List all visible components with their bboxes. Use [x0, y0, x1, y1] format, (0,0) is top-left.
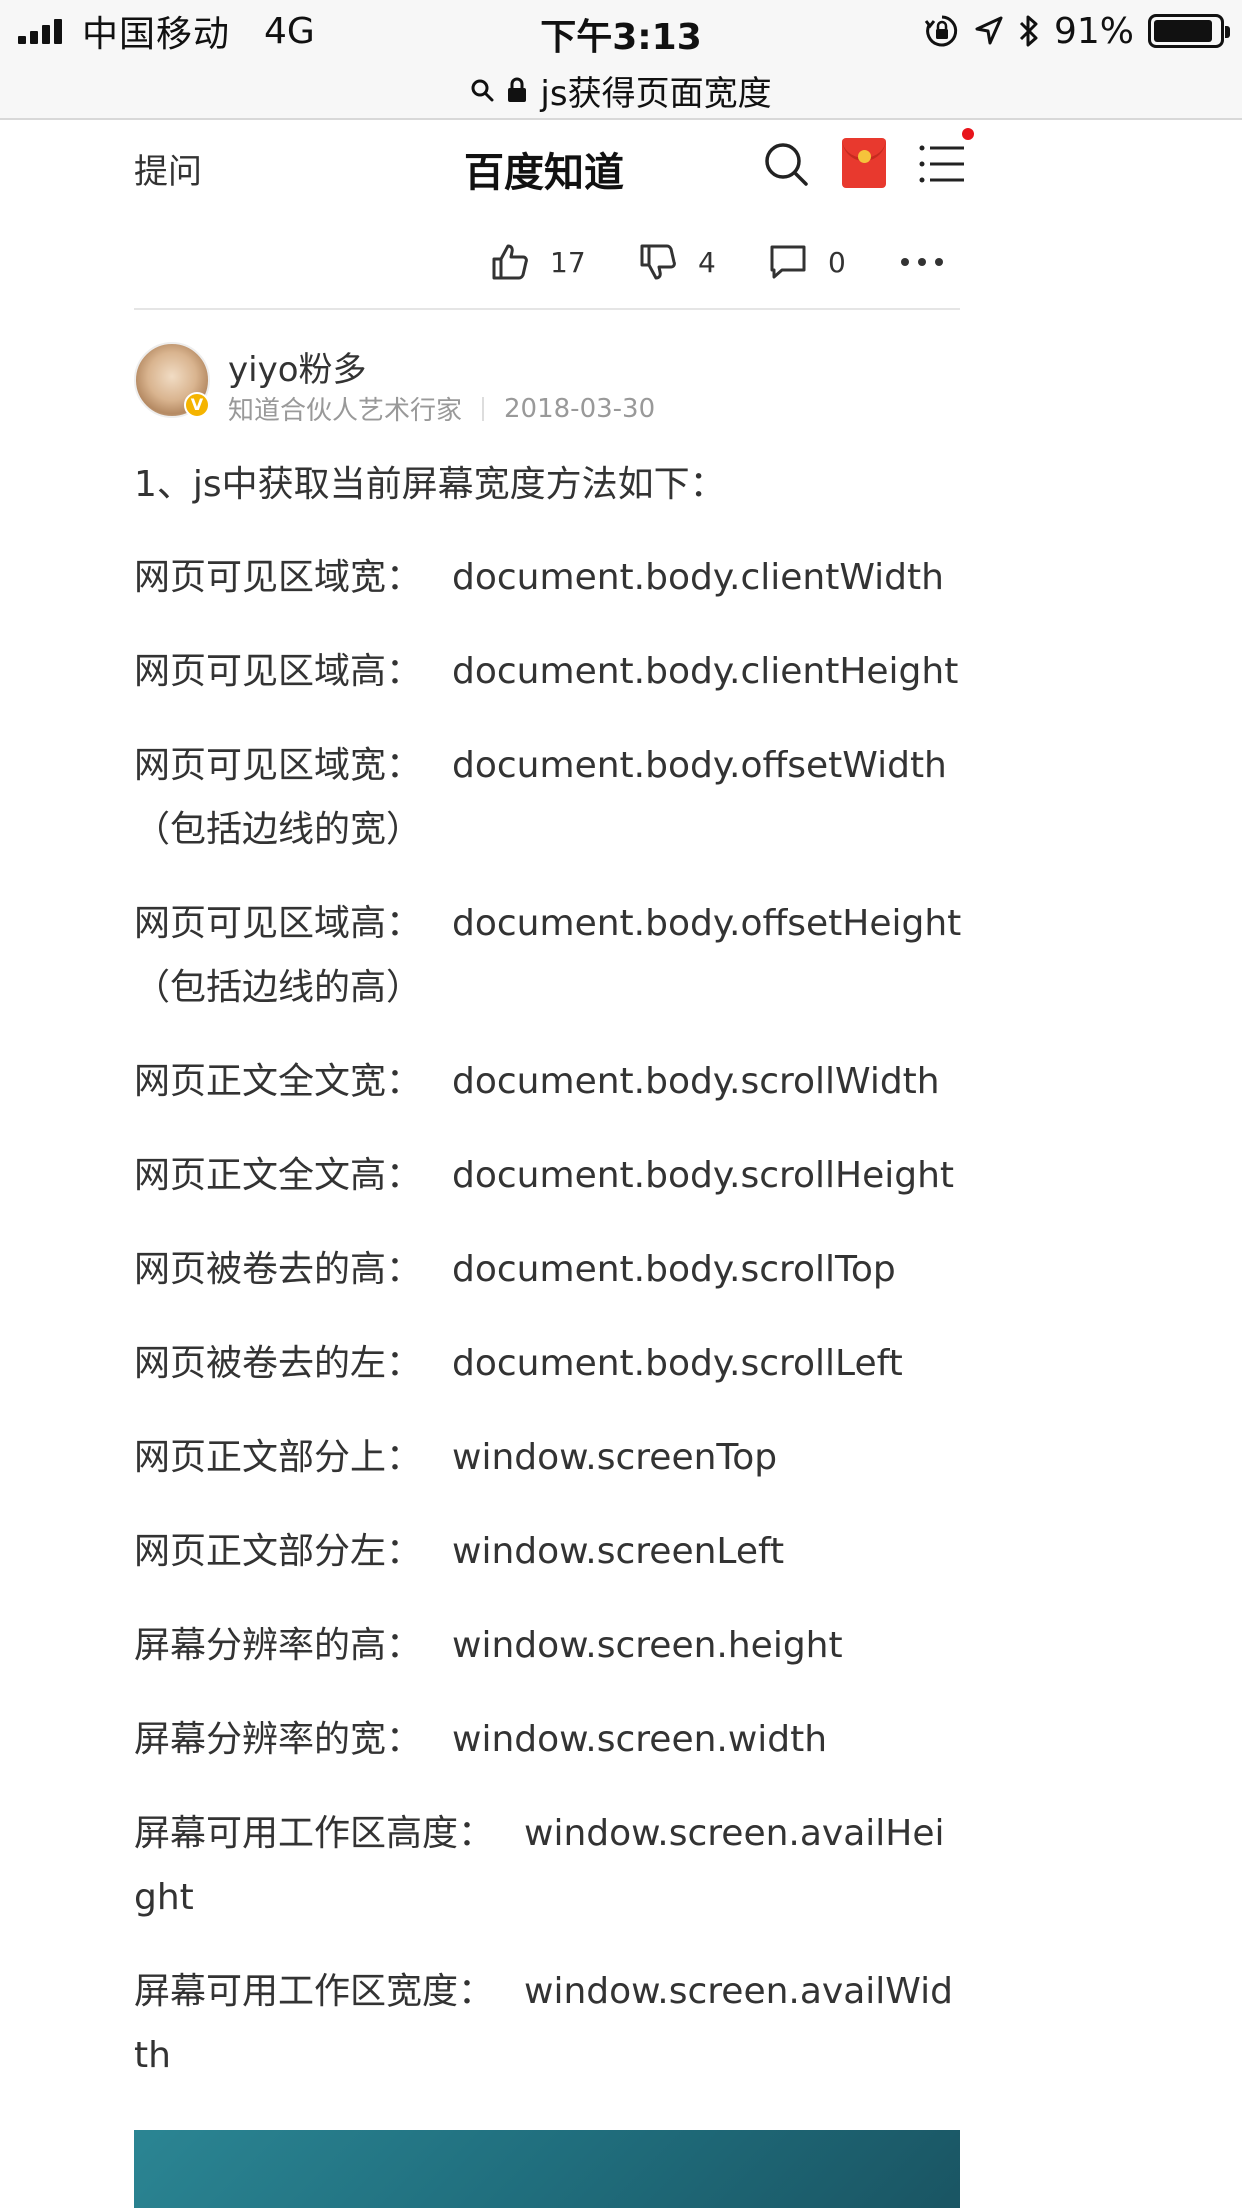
answer-content: 1、js中获取当前屏幕宽度方法如下： 网页可见区域宽： document.body… — [134, 452, 966, 2118]
status-right: 91% — [924, 8, 1230, 54]
status-bar: 中国移动 4G 下午3:13 91% — [0, 0, 1242, 62]
row-label: 网页被卷去的高： — [134, 1249, 423, 1290]
answer-row: 屏幕分辨率的高： window.screen.height — [134, 1614, 966, 1678]
row-label: 屏幕可用工作区高度： — [134, 1813, 495, 1854]
notification-dot — [962, 128, 974, 140]
battery-icon — [1148, 14, 1230, 48]
comment-icon — [770, 245, 806, 279]
answer-row: 网页正文部分上： window.screenTop — [134, 1426, 966, 1490]
comment-count: 0 — [828, 245, 846, 279]
ask-button[interactable]: 提问 — [134, 144, 202, 193]
thumbs-up-icon — [492, 244, 528, 280]
row-label: 网页正文部分上： — [134, 1437, 423, 1478]
like-count: 17 — [550, 245, 586, 279]
author-meta: 知道合伙人艺术行家 2018-03-30 — [228, 390, 655, 427]
author-name[interactable]: yiyo粉多 — [228, 342, 367, 391]
row-label: 网页正文全文宽： — [134, 1061, 423, 1102]
answer-row: 网页可见区域高： document.body.clientHeight — [134, 640, 966, 704]
url-bar[interactable]: js获得页面宽度 — [0, 62, 1242, 120]
row-label: 网页可见区域宽： — [134, 745, 423, 786]
brand-logo: 百度知道 — [464, 150, 624, 196]
answer-row: 网页正文部分左： window.screenLeft — [134, 1520, 966, 1584]
row-value: window.screen.width — [452, 1719, 828, 1760]
row-label: 网页正文全文高： — [134, 1155, 423, 1196]
battery-fill — [1154, 20, 1213, 42]
verified-badge: V — [184, 392, 210, 418]
row-value: document.body.scrollWidth — [452, 1061, 940, 1102]
dislike-button[interactable]: 4 — [638, 238, 716, 286]
row-label: 屏幕可用工作区宽度： — [134, 1971, 495, 2012]
answer-row: 网页正文全文宽： document.body.scrollWidth — [134, 1050, 966, 1114]
bluetooth-icon — [1019, 15, 1038, 47]
location-icon — [975, 16, 1003, 45]
row-label: 屏幕分辨率的高： — [134, 1625, 423, 1666]
answer-rows: 网页可见区域宽： document.body.clientWidth 网页可见区域高… — [134, 546, 966, 2088]
app-header: 提问 百度知道 — [134, 122, 974, 212]
row-label: 网页正文部分左： — [134, 1531, 423, 1572]
author-info: V yiyo粉多 知道合伙人艺术行家 2018-03-30 — [134, 342, 960, 426]
battery-percent: 91% — [1053, 10, 1134, 52]
answer-row: 屏幕分辨率的宽： window.screen.width — [134, 1708, 966, 1772]
answer-row: 网页正文全文高： document.body.scrollHeight — [134, 1144, 966, 1208]
row-value: document.body.scrollHeight — [452, 1155, 955, 1196]
red-packet-icon[interactable] — [842, 138, 886, 188]
answer-row: 网页可见区域宽： document.body.clientWidth — [134, 546, 966, 610]
row-value: document.body.clientWidth — [452, 557, 944, 598]
row-value: window.screen.height — [452, 1625, 843, 1666]
row-value: window.screenTop — [452, 1437, 778, 1478]
row-value: document.body.scrollTop — [452, 1249, 896, 1290]
answer-row: 屏幕可用工作区高度： window.screen.availHeight — [134, 1802, 966, 1930]
search-icon — [471, 79, 494, 102]
answer-row: 网页可见区域宽： document.body.offsetWidth （包括边线的… — [134, 734, 966, 862]
answer-image — [134, 2130, 960, 2208]
comment-button[interactable]: 0 — [768, 238, 846, 286]
row-value: document.body.clientHeight — [452, 651, 959, 692]
row-value: window.screenLeft — [452, 1531, 785, 1572]
row-label: 网页被卷去的左： — [134, 1343, 423, 1384]
answer-actions: 17 4 0 — [134, 232, 960, 310]
row-label: 网页可见区域高： — [134, 651, 423, 692]
dislike-count: 4 — [698, 245, 716, 279]
page-title: js获得页面宽度 — [540, 73, 772, 114]
answer-date: 2018-03-30 — [504, 393, 656, 424]
more-button[interactable] — [900, 238, 944, 286]
like-button[interactable]: 17 — [490, 238, 586, 286]
thumbs-down-icon — [640, 244, 676, 280]
answer-row: 网页被卷去的左： document.body.scrollLeft — [134, 1332, 966, 1396]
row-label: 网页可见区域高： — [134, 903, 423, 944]
row-label: 屏幕分辨率的宽： — [134, 1719, 423, 1760]
menu-icon[interactable] — [918, 140, 966, 188]
meta-divider — [482, 396, 485, 421]
lock-icon — [508, 77, 527, 102]
row-value: document.body.scrollLeft — [452, 1343, 903, 1384]
row-label: 网页可见区域宽： — [134, 557, 423, 598]
answer-row: 网页被卷去的高： document.body.scrollTop — [134, 1238, 966, 1302]
answer-intro: 1、js中获取当前屏幕宽度方法如下： — [134, 464, 726, 505]
author-title: 知道合伙人艺术行家 — [228, 396, 463, 426]
answer-row: 屏幕可用工作区宽度： window.screen.availWidth — [134, 1960, 966, 2088]
rotation-lock-icon — [924, 15, 958, 47]
more-icon — [901, 258, 943, 266]
search-icon[interactable] — [762, 140, 810, 188]
answer-row: 网页可见区域高： document.body.offsetHeight （包括边线… — [134, 892, 966, 1020]
